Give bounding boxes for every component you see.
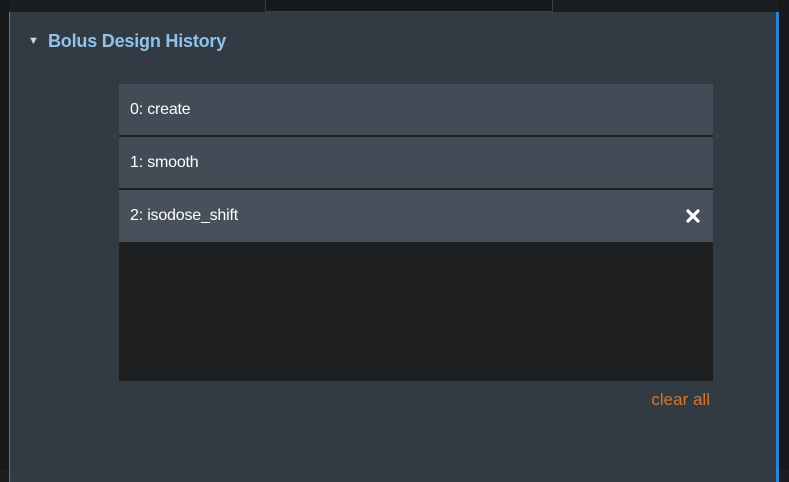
history-item[interactable]: 2: isodose_shift <box>119 190 713 242</box>
history-item-label: 1: smooth <box>130 153 199 171</box>
clear-all-link[interactable]: clear all <box>620 390 710 410</box>
triangle-down-icon[interactable]: ▼ <box>28 36 48 47</box>
app-frame: ▼ Bolus Design History 0: create 1: smoo… <box>0 0 789 482</box>
history-item[interactable]: 0: create <box>119 84 713 135</box>
history-item[interactable]: 1: smooth <box>119 137 713 188</box>
left-gutter <box>0 0 9 470</box>
right-gutter <box>779 0 789 470</box>
history-item-label: 0: create <box>130 100 191 118</box>
section-header[interactable]: ▼ Bolus Design History <box>28 28 226 54</box>
close-icon[interactable] <box>685 208 701 224</box>
history-item-label: 2: isodose_shift <box>130 207 238 224</box>
history-list: 0: create 1: smooth 2: isodose_shift <box>119 84 713 381</box>
upper-control-edge <box>265 0 553 12</box>
section-title: Bolus Design History <box>48 30 227 51</box>
